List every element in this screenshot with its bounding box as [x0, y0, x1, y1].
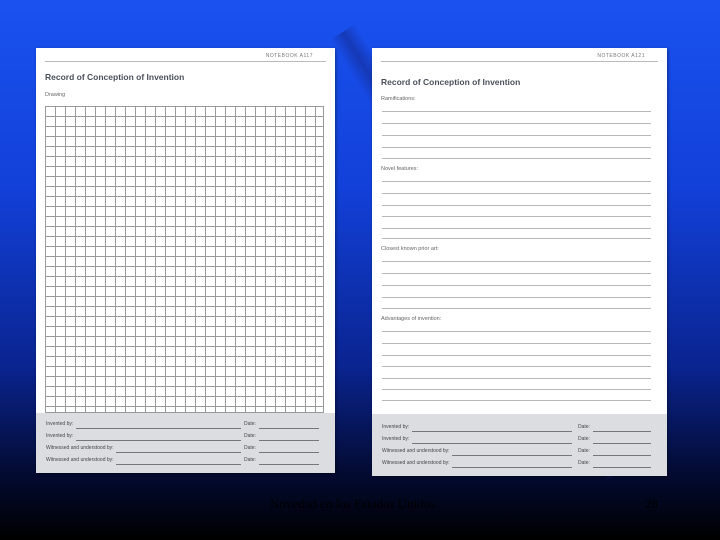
signature-line	[116, 452, 241, 453]
date-label: Date:	[578, 436, 590, 442]
section-label-drawing: Drawing	[45, 92, 66, 98]
signature-line	[116, 464, 241, 465]
writing-line	[382, 400, 651, 401]
drawing-grid	[45, 106, 324, 413]
section-label-novel-features: Novel features:	[381, 166, 418, 172]
footer-row: Witnessed and understood by: Date:	[382, 460, 651, 470]
writing-line	[382, 205, 651, 206]
writing-line	[382, 216, 651, 217]
writing-line	[382, 343, 651, 344]
date-line	[593, 443, 651, 444]
signature-line	[412, 431, 572, 432]
date-line	[593, 431, 651, 432]
page-title: Record of Conception of Invention	[45, 72, 185, 82]
writing-line	[382, 238, 651, 239]
writing-line	[382, 273, 651, 274]
date-line	[593, 467, 651, 468]
footer-row: Witnessed and understood by: Date:	[46, 445, 319, 455]
date-label: Date:	[244, 457, 256, 463]
section-label-advantages: Advantages of invention:	[381, 316, 442, 322]
writing-line	[382, 366, 651, 367]
footer-label: Invented by:	[46, 433, 74, 439]
notebook-label: NOTEBOOK A121	[597, 53, 645, 59]
footer-label: Witnessed and understood by:	[382, 448, 450, 454]
footer-row: Invented by: Date:	[46, 421, 319, 431]
footer-row: Invented by: Date:	[382, 424, 651, 434]
footer-row: Invented by: Date:	[46, 433, 319, 443]
writing-line	[382, 228, 651, 229]
writing-line	[382, 308, 651, 309]
writing-line	[382, 147, 651, 148]
footer-row: Invented by: Date:	[382, 436, 651, 446]
date-line	[259, 440, 319, 441]
footer-label: Witnessed and understood by:	[46, 457, 114, 463]
section-label-ramifications: Ramifications:	[381, 96, 416, 102]
signature-footer: Invented by: Date: Invented by: Date: Wi…	[36, 413, 335, 473]
notebook-page-notes: NOTEBOOK A121 Record of Conception of In…	[372, 48, 667, 476]
writing-line	[382, 331, 651, 332]
writing-line	[382, 111, 651, 112]
date-line	[259, 428, 319, 429]
writing-line	[382, 123, 651, 124]
date-line	[259, 464, 319, 465]
date-label: Date:	[244, 421, 256, 427]
signature-line	[412, 443, 572, 444]
page-title: Record of Conception of Invention	[381, 77, 521, 87]
footer-label: Witnessed and understood by:	[382, 460, 450, 466]
date-label: Date:	[578, 448, 590, 454]
footer-label: Invented by:	[46, 421, 74, 427]
signature-line	[452, 467, 572, 468]
signature-line	[452, 455, 572, 456]
notebook-label: NOTEBOOK A117	[265, 53, 313, 59]
section-label-prior-art: Closest known prior art:	[381, 246, 439, 252]
date-line	[593, 455, 651, 456]
date-label: Date:	[244, 433, 256, 439]
footer-label: Invented by:	[382, 436, 410, 442]
writing-line	[382, 181, 651, 182]
notebook-page-drawing: NOTEBOOK A117 Record of Conception of In…	[36, 48, 335, 473]
writing-line	[382, 355, 651, 356]
signature-line	[76, 440, 241, 441]
writing-line	[382, 193, 651, 194]
slide-page-number: 28	[645, 496, 658, 511]
header-divider	[381, 61, 658, 62]
date-label: Date:	[244, 445, 256, 451]
writing-line	[382, 297, 651, 298]
date-label: Date:	[578, 424, 590, 430]
writing-line	[382, 378, 651, 379]
signature-line	[76, 428, 241, 429]
writing-line	[382, 389, 651, 390]
footer-label: Invented by:	[382, 424, 410, 430]
slide-caption: Novedad en los Estados Unidos	[270, 496, 436, 511]
writing-line	[382, 285, 651, 286]
writing-line	[382, 261, 651, 262]
header-divider	[45, 61, 326, 62]
writing-line	[382, 158, 651, 159]
footer-label: Witnessed and understood by:	[46, 445, 114, 451]
writing-line	[382, 135, 651, 136]
date-line	[259, 452, 319, 453]
footer-row: Witnessed and understood by: Date:	[46, 457, 319, 467]
footer-row: Witnessed and understood by: Date:	[382, 448, 651, 458]
signature-footer: Invented by: Date: Invented by: Date: Wi…	[372, 414, 667, 476]
date-label: Date:	[578, 460, 590, 466]
